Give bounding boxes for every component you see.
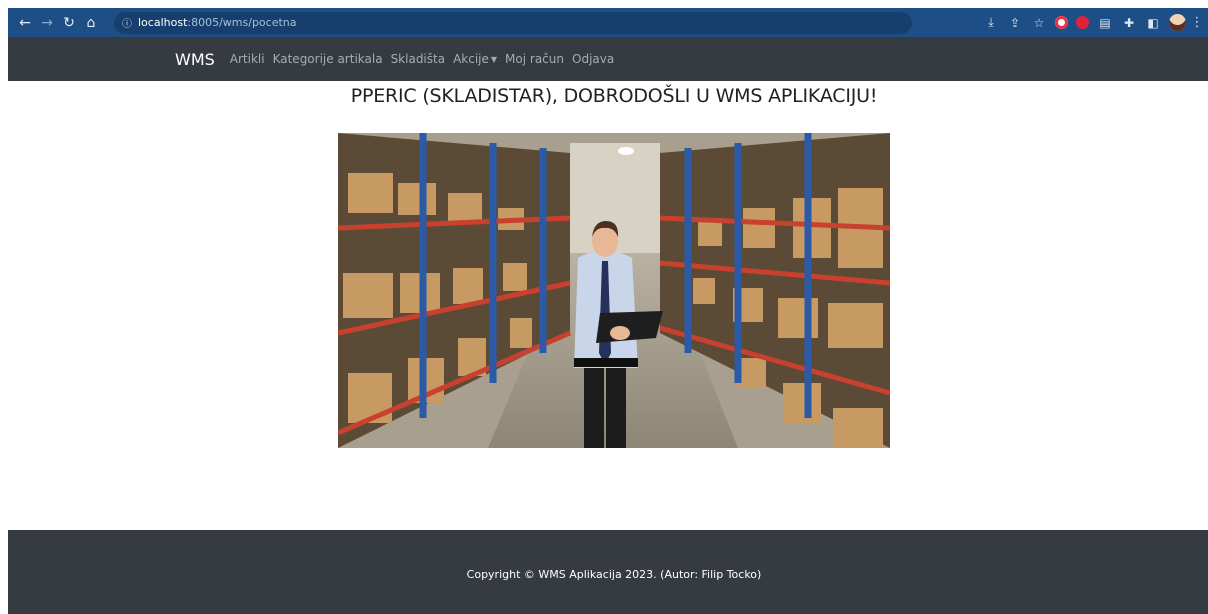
nav-dropdown-akcije[interactable]: Akcije ▼ xyxy=(453,52,497,66)
extensions-puzzle-icon[interactable]: ✚ xyxy=(1121,15,1137,31)
nav-link-artikli[interactable]: Artikli xyxy=(230,52,265,66)
copyright-text: Copyright © WMS Aplikacija 2023. (Autor:… xyxy=(466,567,762,581)
extension-document-icon[interactable]: ▤ xyxy=(1097,15,1113,31)
reload-icon[interactable]: ↻ xyxy=(58,15,80,31)
nav-link-moj-racun[interactable]: Moj račun xyxy=(505,52,564,66)
browser-menu-icon[interactable]: ⋮ xyxy=(1191,15,1204,31)
browser-toolbar: ← → ↻ ⌂ ⓘ localhost:8005/wms/pocetna ⤓ ⇪… xyxy=(8,8,1208,37)
forward-arrow-icon[interactable]: → xyxy=(36,15,58,31)
warehouse-hero-image xyxy=(338,133,890,448)
page-footer: Copyright © WMS Aplikacija 2023. (Autor:… xyxy=(8,530,1208,614)
address-bar[interactable]: ⓘ localhost:8005/wms/pocetna xyxy=(114,11,912,34)
nav-link-skladista[interactable]: Skladišta xyxy=(391,52,446,66)
caret-down-icon: ▼ xyxy=(490,55,498,64)
nav-link-odjava[interactable]: Odjava xyxy=(572,52,614,66)
browser-actions: ⤓ ⇪ ☆ ▤ ✚ ◧ ⋮ xyxy=(983,14,1208,31)
site-info-icon[interactable]: ⓘ xyxy=(122,15,132,30)
profile-avatar-icon[interactable] xyxy=(1169,14,1186,31)
extension-target-icon[interactable] xyxy=(1055,16,1068,29)
brand-link[interactable]: WMS xyxy=(175,50,215,69)
home-icon[interactable]: ⌂ xyxy=(80,15,102,31)
nav-dropdown-akcije-label: Akcije xyxy=(453,52,489,66)
app-navbar: WMS Artikli Kategorije artikala Skladišt… xyxy=(8,37,1208,81)
url-host: localhost xyxy=(138,16,188,29)
install-app-icon[interactable]: ⤓ xyxy=(983,15,999,31)
nav-link-kategorije-artikala[interactable]: Kategorije artikala xyxy=(273,52,383,66)
back-arrow-icon[interactable]: ← xyxy=(14,15,36,31)
url-path: :8005/wms/pocetna xyxy=(187,16,297,29)
extension-adblock-icon[interactable] xyxy=(1076,16,1089,29)
share-icon[interactable]: ⇪ xyxy=(1007,15,1023,31)
bookmark-star-icon[interactable]: ☆ xyxy=(1031,15,1047,31)
page-title: PPERIC (SKLADISTAR), DOBRODOŠLI U WMS AP… xyxy=(350,85,878,107)
side-panel-icon[interactable]: ◧ xyxy=(1145,15,1161,31)
